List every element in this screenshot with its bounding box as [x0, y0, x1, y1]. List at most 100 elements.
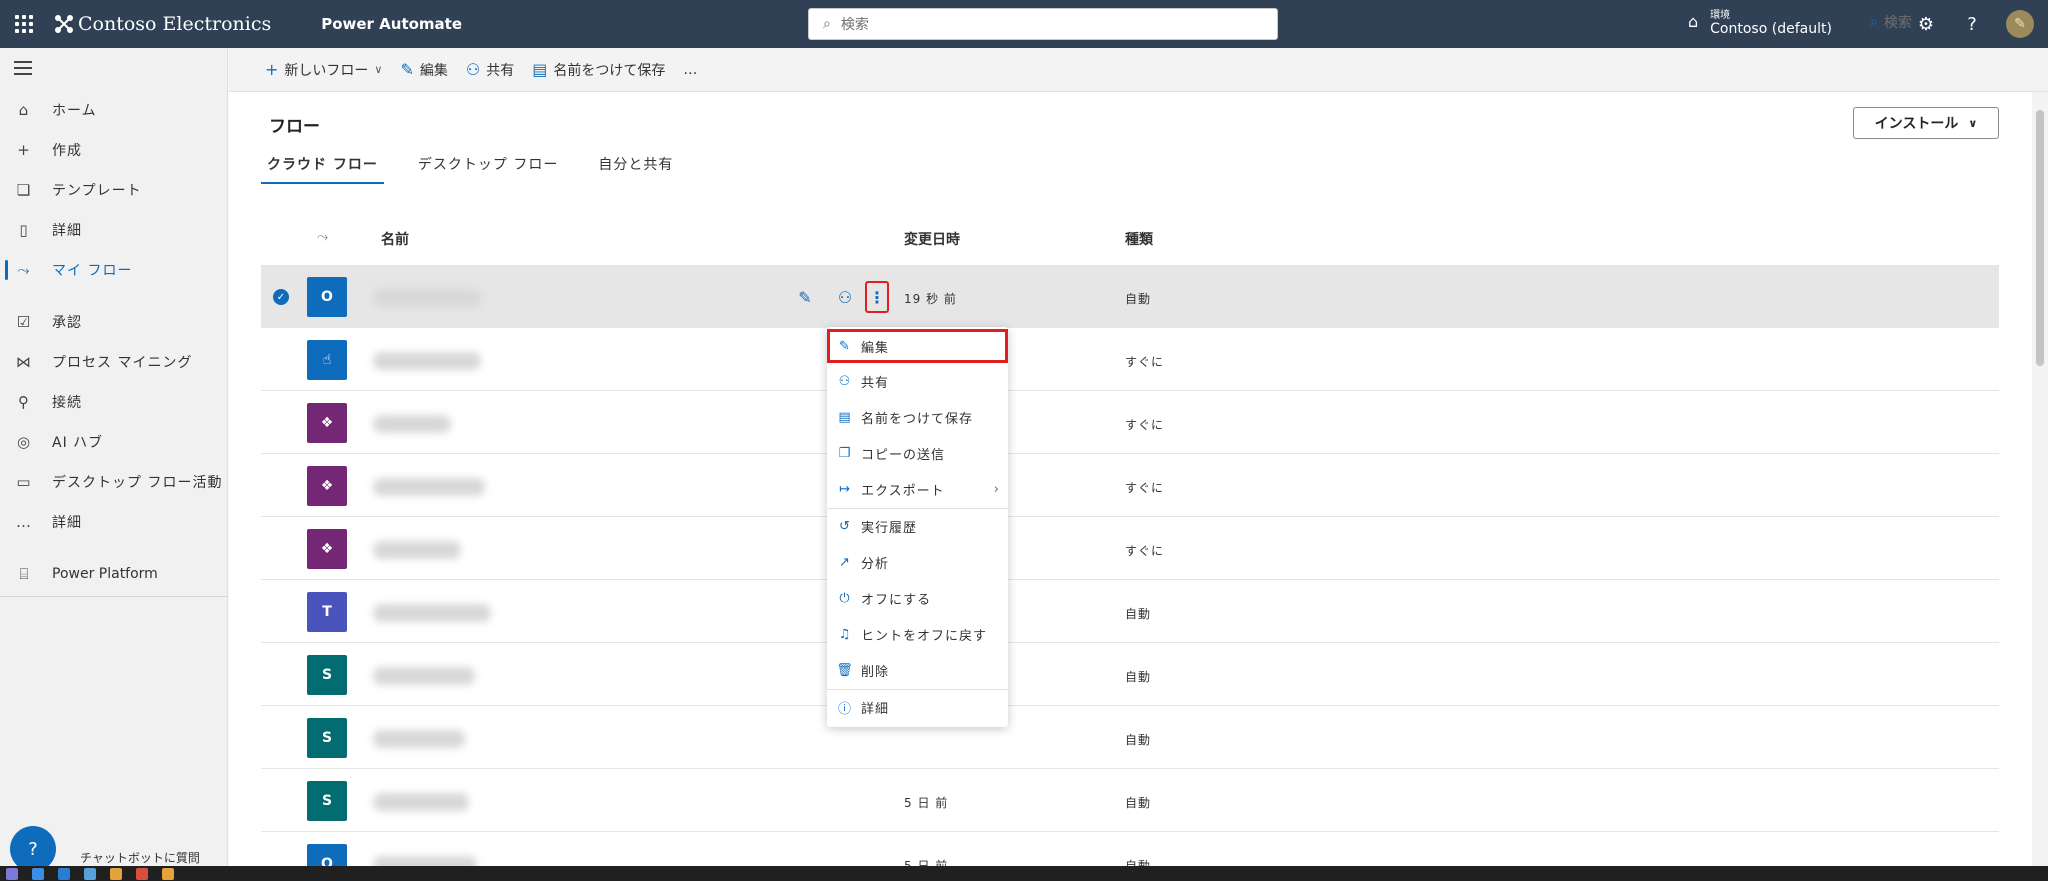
tab-cloud-flows[interactable]: クラウド フロー [261, 154, 384, 184]
save-as-icon: ▤ [532, 60, 548, 79]
table-row[interactable]: ❖ すぐに [261, 391, 1999, 454]
type-cell: 自動 [1125, 796, 1152, 810]
modified-cell: 5 日 前 [904, 796, 949, 810]
table-row[interactable]: ☝ すぐに [261, 328, 1999, 391]
environment-name: Contoso (default) [1710, 21, 1832, 37]
top-bar: Contoso Electronics Power Automate ⌕ 検索 … [0, 0, 2048, 48]
menu-item-details[interactable]: ⓘ 詳細 [827, 690, 1008, 724]
menu-item-label: 分析 [861, 556, 890, 572]
nav-item-connections[interactable]: ⚲ 接続 [0, 382, 228, 422]
power-icon: ⏻ [839, 590, 851, 606]
column-header-name[interactable]: 名前 [381, 229, 409, 249]
more-options-button[interactable]: ⋮ [865, 281, 889, 313]
settings-icon[interactable]: ⚙ [1914, 12, 1938, 36]
app-name[interactable]: Power Automate [321, 15, 462, 33]
help-icon[interactable]: ? [1960, 12, 1984, 36]
pencil-icon[interactable]: ✎ [793, 285, 817, 309]
tab-shared-with-me[interactable]: 自分と共有 [592, 154, 679, 184]
share-icon[interactable]: ⚇ [833, 285, 857, 309]
table-row[interactable]: S 自動 [261, 706, 1999, 769]
avatar[interactable]: ✎ [2006, 10, 2034, 38]
approvals-icon: ☑ [16, 313, 32, 331]
home-icon: ⌂ [18, 101, 30, 119]
type-cell: 自動 [1125, 607, 1152, 621]
taskbar-app-icon[interactable] [84, 867, 96, 880]
plus-icon: + [17, 141, 31, 159]
share-button[interactable]: ⚇ 共有 [466, 60, 514, 80]
flow-name[interactable] [373, 856, 477, 866]
scrollbar-thumb[interactable] [2036, 110, 2044, 366]
flow-name[interactable] [373, 478, 485, 496]
taskbar-browser-icon[interactable] [136, 867, 148, 880]
flow-name[interactable] [373, 730, 465, 748]
nav-item-desktop-flow-activity[interactable]: ▭ デスクトップ フロー活動 [0, 462, 228, 502]
table-row[interactable]: O 5 日 前 自動 [261, 832, 1999, 866]
nav-item-templates[interactable]: ❏ テンプレート [0, 170, 228, 210]
menu-item-turn-off[interactable]: ⏻ オフにする [827, 581, 1008, 615]
nav-label: ホーム [52, 103, 97, 119]
menu-item-export[interactable]: ↦ エクスポート › [827, 472, 1008, 506]
menu-item-tips-off[interactable]: ♫ ヒントをオフに戻す [827, 617, 1008, 651]
pencil-icon: ✎ [839, 338, 851, 354]
flow-search-input[interactable]: ⌕ 検索 [1870, 12, 1912, 32]
org-logo[interactable]: Contoso Electronics [54, 13, 271, 35]
new-flow-button[interactable]: + 新しいフロー ∨ [265, 60, 382, 80]
menu-item-share[interactable]: ⚇ 共有 [827, 364, 1008, 398]
menu-item-run-history[interactable]: ↺ 実行履歴 [827, 509, 1008, 543]
taskbar-browser-icon[interactable] [162, 867, 174, 880]
app-launcher-button[interactable] [0, 0, 48, 48]
flow-name[interactable] [373, 415, 451, 433]
taskbar-app-icon[interactable] [58, 867, 70, 880]
flow-name[interactable] [373, 352, 481, 370]
global-search-input[interactable]: ⌕ 検索 [808, 8, 1278, 40]
vertical-scrollbar[interactable] [2032, 92, 2048, 866]
nav-item-my-flows[interactable]: ⤳ マイ フロー [0, 250, 228, 290]
taskbar-search-icon[interactable] [32, 867, 44, 880]
nav-item-approvals[interactable]: ☑ 承認 [0, 302, 228, 342]
nav-item-learn[interactable]: ▯ 詳細 [0, 210, 228, 250]
environment-picker[interactable]: ⌂ 環境 Contoso (default) [1688, 6, 1832, 37]
process-mining-icon: ⋈ [16, 353, 32, 371]
flow-name[interactable] [373, 667, 475, 685]
flow-icon: ⤳ [17, 261, 31, 279]
table-row[interactable]: ✓ O ✎ ⚇ ⋮ 19 秒 前 自動 [261, 265, 1999, 328]
nav-item-power-platform[interactable]: ⌸ Power Platform [0, 554, 228, 594]
flow-name[interactable] [373, 541, 461, 559]
nav-label: マイ フロー [52, 263, 133, 279]
environment-label: 環境 [1710, 10, 1731, 21]
nav-item-process-mining[interactable]: ⋈ プロセス マイニング [0, 342, 228, 382]
flow-type-column-icon[interactable]: ⤳ [317, 229, 328, 245]
nav-item-more[interactable]: … 詳細 [0, 502, 228, 542]
save-as-button[interactable]: ▤ 名前をつけて保存 [532, 60, 665, 80]
install-button[interactable]: インストール ∨ [1853, 107, 1999, 139]
row-checkbox[interactable]: ✓ [273, 289, 289, 305]
more-commands-button[interactable]: … [683, 62, 697, 78]
table-row[interactable]: T 自動 [261, 580, 1999, 643]
table-row[interactable]: S 自動 [261, 643, 1999, 706]
info-icon: ⓘ [837, 701, 852, 717]
edit-button[interactable]: ✎ 編集 [400, 60, 447, 80]
table-row[interactable]: S 5 日 前 自動 [261, 769, 1999, 832]
menu-item-save-as[interactable]: ▤ 名前をつけて保存 [827, 400, 1008, 434]
menu-item-send-copy[interactable]: ❐ コピーの送信 [827, 436, 1008, 470]
taskbar-browser-icon[interactable] [110, 867, 122, 880]
flow-name[interactable] [373, 793, 469, 811]
flow-name[interactable] [373, 604, 491, 622]
tab-desktop-flows[interactable]: デスクトップ フロー [412, 154, 564, 184]
flow-search-placeholder: 検索 [1883, 15, 1912, 31]
nav-item-home[interactable]: ⌂ ホーム [0, 90, 228, 130]
table-row[interactable]: ❖ すぐに [261, 517, 1999, 580]
nav-label: Power Platform [52, 566, 158, 582]
menu-item-delete[interactable]: 🗑 削除 [827, 653, 1008, 687]
taskbar-app-icon[interactable] [6, 867, 18, 880]
column-header-type[interactable]: 種類 [1125, 229, 1153, 249]
hamburger-menu-icon[interactable] [14, 61, 32, 79]
nav-item-ai-hub[interactable]: ◎ AI ハブ [0, 422, 228, 462]
column-header-modified[interactable]: 変更日時 [904, 229, 960, 249]
more-icon: … [16, 513, 32, 531]
flow-name[interactable] [373, 289, 481, 307]
nav-item-create[interactable]: + 作成 [0, 130, 228, 170]
menu-item-analytics[interactable]: ↗ 分析 [827, 545, 1008, 579]
menu-item-edit[interactable]: ✎ 編集 [827, 329, 1008, 363]
table-row[interactable]: ❖ すぐに [261, 454, 1999, 517]
